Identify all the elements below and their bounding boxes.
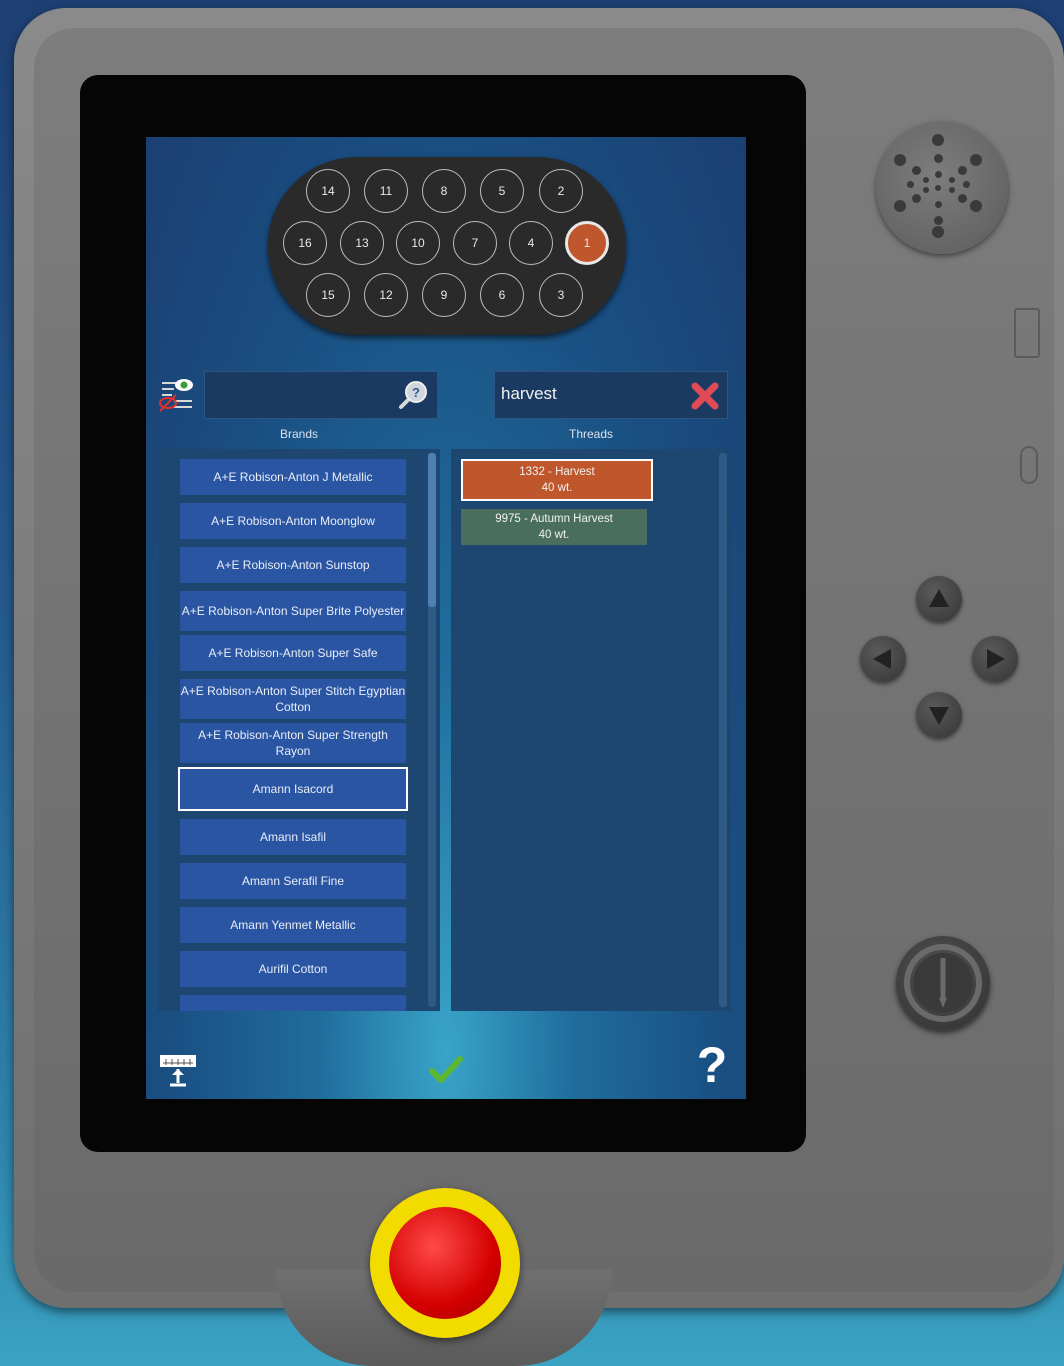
needle-1-button[interactable]: 1 <box>565 221 609 265</box>
needle-8-button[interactable]: 8 <box>422 169 466 213</box>
brand-list-item[interactable]: A+E Robison-Anton Super Stitch Egyptian … <box>180 679 406 719</box>
brand-list-item[interactable]: Amann Yenmet Metallic <box>180 907 406 943</box>
speaker-hole <box>949 177 955 183</box>
speaker-hole <box>934 200 942 208</box>
brand-list-item[interactable]: A+E Robison-Anton Moonglow <box>180 503 406 539</box>
svg-text:?: ? <box>412 385 420 400</box>
brand-list-item[interactable]: A+E Robison-Anton J Metallic <box>180 459 406 495</box>
speaker-hole <box>970 200 982 212</box>
brands-list[interactable]: A+E Robison-Anton J Metallic A+E Robison-… <box>158 449 440 1011</box>
needle-15-button[interactable]: 15 <box>306 273 350 317</box>
speaker-hole <box>935 185 941 191</box>
power-icon <box>904 944 982 1022</box>
thread-filter-field[interactable]: harvest <box>494 371 728 419</box>
needle-11-button[interactable]: 11 <box>364 169 408 213</box>
needle-5-button[interactable]: 5 <box>480 169 524 213</box>
speaker-hole <box>911 193 921 203</box>
speaker-hole <box>957 193 967 203</box>
thread-weight: 40 wt. <box>541 482 573 494</box>
threads-scrollbar[interactable] <box>719 453 727 1007</box>
dpad-up-button[interactable] <box>916 576 962 622</box>
brand-list-item[interactable] <box>180 995 406 1011</box>
stop-button-cap <box>389 1207 501 1319</box>
brand-list-item[interactable]: A+E Robison-Anton Super Safe <box>180 635 406 671</box>
thread-weight: 40 wt. <box>538 529 570 541</box>
search-icon[interactable]: ? <box>397 379 429 411</box>
needle-14-button[interactable]: 14 <box>306 169 350 213</box>
brand-list-item[interactable]: A+E Robison-Anton Super Brite Polyester <box>180 591 406 631</box>
speaker-hole <box>962 180 970 188</box>
card-slot <box>1014 308 1040 358</box>
thread-filter-value: harvest <box>501 384 557 403</box>
speaker-hole <box>934 170 942 178</box>
brands-header: Brands <box>279 427 319 441</box>
needle-6-button[interactable]: 6 <box>480 273 524 317</box>
thread-list-item[interactable]: 1332 - Harvest 40 wt. <box>461 459 653 501</box>
thread-list-item[interactable]: 9975 - Autumn Harvest 40 wt. <box>461 509 647 545</box>
brand-list-item[interactable]: Amann Serafil Fine <box>180 863 406 899</box>
speaker-hole <box>949 187 955 193</box>
dpad-right-button[interactable] <box>972 636 1018 682</box>
emergency-stop-button[interactable] <box>370 1188 520 1338</box>
thread-name: 1332 - Harvest <box>519 466 595 478</box>
brand-list-item[interactable]: Aurifil Cotton <box>180 951 406 987</box>
thread-name: 9975 - Autumn Harvest <box>495 513 613 525</box>
needle-10-button[interactable]: 10 <box>396 221 440 265</box>
arrow-up-icon <box>929 589 949 607</box>
speaker-hole <box>906 180 914 188</box>
needle-12-button[interactable]: 12 <box>364 273 408 317</box>
touch-screen: 14 11 8 5 2 16 13 10 7 4 1 15 12 9 6 3 ? harvest Brands… <box>146 137 746 1099</box>
brands-scrollbar[interactable] <box>428 453 436 1007</box>
brand-list-item[interactable]: A+E Robison-Anton Sunstop <box>180 547 406 583</box>
brand-list-item[interactable]: Amann Isacord <box>178 767 408 811</box>
needle-4-button[interactable]: 4 <box>509 221 553 265</box>
arrow-down-icon <box>929 707 949 725</box>
eye-list-icon[interactable] <box>156 375 196 415</box>
threads-list[interactable]: 1332 - Harvest 40 wt. 9975 - Autumn Harves… <box>451 449 731 1011</box>
arrow-left-icon <box>873 649 891 669</box>
brand-list-item[interactable]: A+E Robison-Anton Super Strength Rayon <box>180 723 406 763</box>
arrow-right-icon <box>987 649 1005 669</box>
brands-scroll-thumb[interactable] <box>428 453 436 607</box>
threads-header: Threads <box>568 427 614 441</box>
speaker-hole <box>957 165 967 175</box>
speaker-hole <box>894 154 906 166</box>
speaker-grille <box>876 122 1008 254</box>
hoop-icon[interactable] <box>158 1049 198 1089</box>
speaker-hole <box>932 134 944 146</box>
brand-list-item[interactable]: Amann Isafil <box>180 819 406 855</box>
needle-3-button[interactable]: 3 <box>539 273 583 317</box>
speaker-hole <box>970 154 982 166</box>
status-light <box>1020 446 1038 484</box>
needle-16-button[interactable]: 16 <box>283 221 327 265</box>
power-button[interactable] <box>896 936 990 1030</box>
speaker-hole <box>911 165 921 175</box>
dpad-left-button[interactable] <box>860 636 906 682</box>
needle-2-button[interactable]: 2 <box>539 169 583 213</box>
speaker-hole <box>933 153 943 163</box>
check-icon[interactable] <box>426 1049 466 1089</box>
speaker-hole <box>923 177 929 183</box>
dpad-down-button[interactable] <box>916 692 962 738</box>
speaker-hole <box>894 200 906 212</box>
needle-selector: 14 11 8 5 2 16 13 10 7 4 1 15 12 9 6 3 <box>268 157 626 335</box>
speaker-hole <box>923 187 929 193</box>
close-icon[interactable] <box>689 380 721 412</box>
help-icon[interactable]: ? <box>694 1040 730 1090</box>
speaker-hole <box>932 226 944 238</box>
needle-13-button[interactable]: 13 <box>340 221 384 265</box>
brand-search-field[interactable]: ? <box>204 371 438 419</box>
needle-7-button[interactable]: 7 <box>453 221 497 265</box>
speaker-hole <box>933 215 943 225</box>
needle-9-button[interactable]: 9 <box>422 273 466 317</box>
